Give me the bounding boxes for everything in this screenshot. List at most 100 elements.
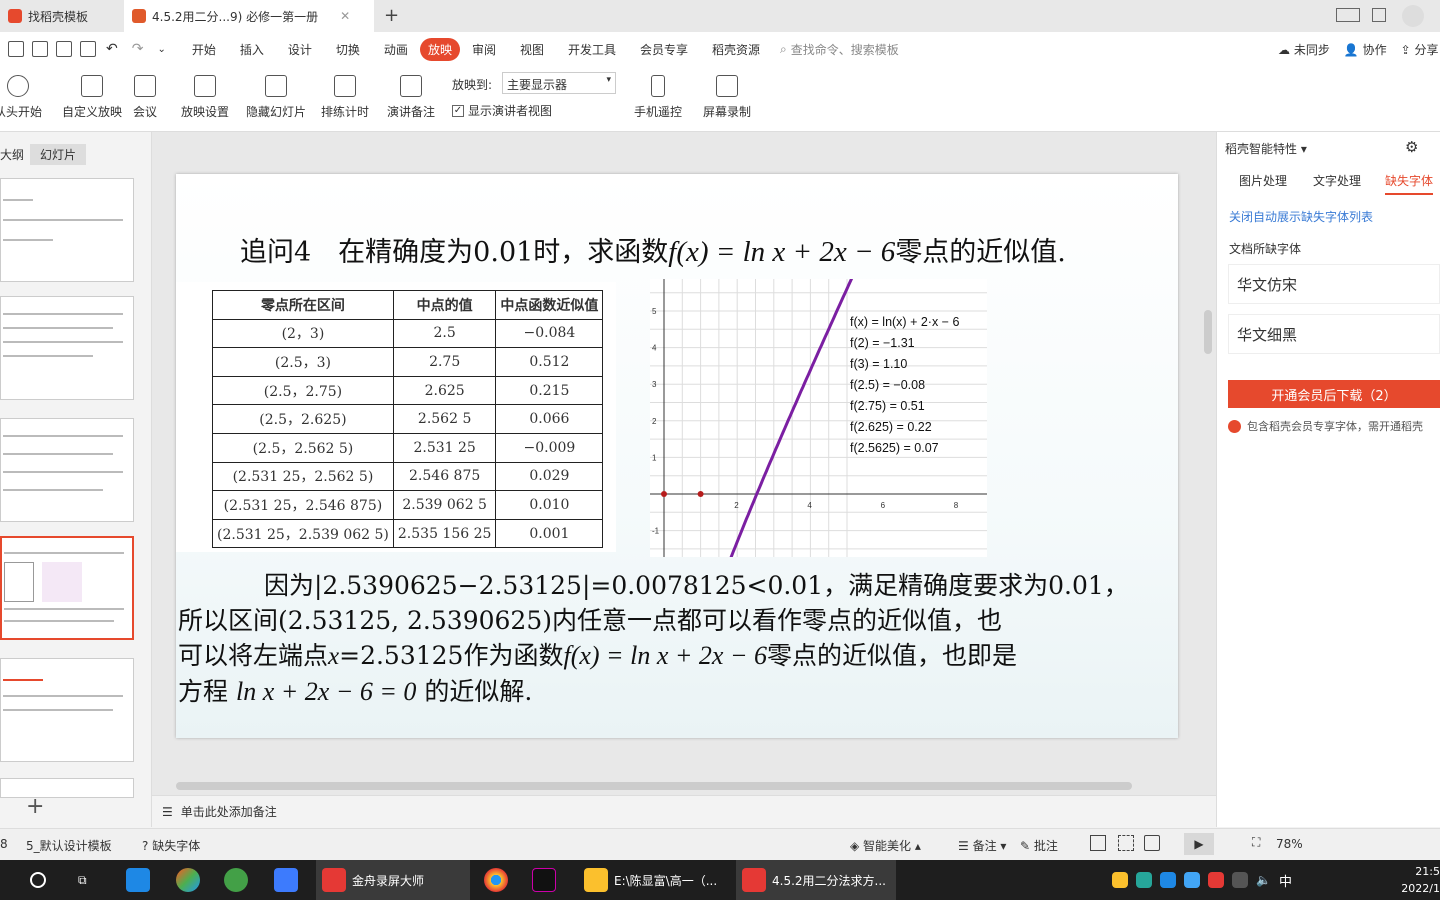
beautify-button[interactable]: ◈ 智能美化 ▴: [850, 837, 921, 854]
menu-review[interactable]: 审阅: [460, 41, 508, 58]
screen-record-button[interactable]: 屏幕录制: [700, 66, 754, 128]
task-view-icon[interactable]: ⧉: [78, 860, 87, 900]
volume-icon[interactable]: 🔈: [1256, 873, 1271, 887]
taskbar-app-explorer[interactable]: E:\陈显富\高一（...: [578, 860, 728, 900]
notes-toggle[interactable]: ☰ 备注 ▾: [958, 837, 1006, 854]
tab-image-processing[interactable]: 图片处理: [1239, 172, 1287, 189]
slide-thumbnail-selected[interactable]: [0, 536, 134, 640]
normal-view-icon[interactable]: [1090, 835, 1106, 851]
redo-icon[interactable]: ↷: [132, 41, 144, 57]
graph-label: f(3) = 1.10: [850, 357, 907, 371]
chevron-down-icon[interactable]: ⌄: [157, 44, 165, 55]
folder-icon: [584, 868, 608, 892]
close-auto-show-link[interactable]: 关闭自动展示缺失字体列表: [1229, 208, 1373, 225]
menu-insert[interactable]: 插入: [228, 41, 276, 58]
menu-slideshow[interactable]: 放映: [419, 37, 460, 61]
export-icon[interactable]: [32, 41, 48, 57]
slide-thumbnail[interactable]: [0, 778, 134, 798]
menu-view[interactable]: 视图: [508, 41, 556, 58]
save-icon[interactable]: [8, 41, 24, 57]
font-item[interactable]: 华文仿宋: [1228, 264, 1440, 304]
menu-member[interactable]: 会员专享: [628, 41, 700, 58]
ime-indicator[interactable]: 中: [1279, 871, 1292, 890]
tray-wps-icon[interactable]: [1208, 872, 1224, 888]
sorter-view-icon[interactable]: [1118, 835, 1134, 851]
presenter-view-checkbox[interactable]: ✓ 显示演讲者视图: [452, 102, 552, 119]
download-button[interactable]: 开通会员后下载（2）: [1228, 380, 1440, 408]
speaker-notes-button[interactable]: 演讲备注: [384, 66, 438, 128]
show-settings-button[interactable]: 放映设置: [174, 66, 236, 128]
missing-font-label: 缺失字体: [152, 839, 201, 853]
panel-title[interactable]: 稻壳智能特性 ▾: [1225, 140, 1307, 157]
menu-developer[interactable]: 开发工具: [556, 41, 628, 58]
slide-thumbnail[interactable]: [0, 658, 134, 762]
rehearse-button[interactable]: 排练计时: [314, 66, 376, 128]
share-label: 分享: [1414, 43, 1439, 57]
new-tab-icon[interactable]: +: [384, 5, 399, 26]
meeting-button[interactable]: 会议: [130, 66, 160, 128]
grid-icon[interactable]: [1372, 8, 1386, 22]
horizontal-scrollbar[interactable]: [176, 781, 1196, 791]
menu-design[interactable]: 设计: [276, 41, 324, 58]
reading-view-icon[interactable]: [1144, 835, 1160, 851]
collab-button[interactable]: 👤 协作: [1344, 41, 1387, 58]
table-header: 零点所在区间: [212, 290, 394, 320]
sync-status[interactable]: ☁ 未同步: [1278, 41, 1330, 58]
close-icon[interactable]: ✕: [340, 9, 350, 23]
system-tray: 🔈 中: [1112, 860, 1292, 900]
phone-remote-button[interactable]: 手机遥控: [630, 66, 686, 128]
menu-animation[interactable]: 动画: [372, 41, 420, 58]
vertical-scrollbar[interactable]: [1204, 140, 1214, 770]
fit-icon[interactable]: ⛶: [1252, 835, 1260, 850]
tab-document[interactable]: 4.5.2用二分...9) 必修一第一册 ✕: [124, 0, 374, 32]
play-slideshow-button[interactable]: ▶: [1184, 833, 1214, 855]
search-input[interactable]: 查找命令、搜索模板: [791, 41, 899, 58]
layout-icon[interactable]: [1336, 8, 1360, 22]
tab-missing-fonts[interactable]: 缺失字体: [1385, 172, 1434, 195]
tab-text-processing[interactable]: 文字处理: [1313, 172, 1361, 189]
from-start-button[interactable]: 从头开始: [0, 66, 44, 128]
zoom-level[interactable]: 78%: [1276, 837, 1303, 851]
undo-icon[interactable]: ↶: [106, 41, 118, 57]
taskbar-app-wps[interactable]: 4.5.2用二分法求方...: [736, 860, 896, 900]
missing-font-status[interactable]: ? 缺失字体: [142, 837, 200, 854]
slide-thumbnail[interactable]: [0, 418, 134, 522]
taskbar-app-recorder[interactable]: 金舟录屏大师: [316, 860, 470, 900]
tray-cloud-icon[interactable]: [1160, 872, 1176, 888]
menu-home[interactable]: 开始: [180, 41, 228, 58]
menu-transition[interactable]: 切换: [324, 41, 372, 58]
print-icon[interactable]: [56, 41, 72, 57]
notes-bar[interactable]: ☰ 单击此处添加备注: [152, 795, 1216, 827]
menu-docer[interactable]: 稻壳资源: [700, 41, 772, 58]
docer-icon: [1228, 419, 1241, 433]
edge-icon[interactable]: [126, 860, 150, 900]
start-button[interactable]: [30, 860, 46, 900]
tray-shield-icon[interactable]: [1184, 872, 1200, 888]
tray-folder-icon[interactable]: [1112, 872, 1128, 888]
avatar[interactable]: [1402, 5, 1424, 27]
video-editor-icon[interactable]: [532, 860, 556, 900]
show-to-select[interactable]: 主要显示器 ▾: [502, 72, 616, 94]
outline-tab[interactable]: 大纲: [0, 146, 24, 163]
tab-template[interactable]: 找稻壳模板: [0, 0, 122, 32]
browser-icon[interactable]: [176, 860, 200, 900]
gear-icon[interactable]: ⚙: [1405, 138, 1418, 156]
tray-app-icon[interactable]: [1136, 872, 1152, 888]
slide-thumbnail[interactable]: [0, 296, 134, 400]
share-button[interactable]: ⇪ 分享: [1401, 41, 1439, 58]
slides-tab[interactable]: 幻灯片: [30, 144, 87, 165]
template-name[interactable]: 5_默认设计模板: [26, 837, 112, 854]
add-slide-icon[interactable]: +: [26, 794, 44, 819]
feishu-icon[interactable]: [274, 860, 298, 900]
comment-button[interactable]: ✎ 批注: [1020, 837, 1058, 854]
slide-thumbnail[interactable]: [0, 178, 134, 282]
hide-slide-button[interactable]: 隐藏幻灯片: [244, 66, 308, 128]
custom-show-button[interactable]: 自定义放映: [60, 66, 124, 128]
table-row: (2.531 25，2.539 062 5) 2.535 156 25 0.001: [212, 518, 604, 549]
chrome-icon[interactable]: [484, 860, 508, 900]
preview-icon[interactable]: [80, 41, 96, 57]
clock[interactable]: 21:5 2022/1: [1400, 863, 1440, 897]
tray-network-icon[interactable]: [1232, 872, 1248, 888]
browser-360-icon[interactable]: [224, 860, 248, 900]
font-item[interactable]: 华文细黑: [1228, 314, 1440, 354]
